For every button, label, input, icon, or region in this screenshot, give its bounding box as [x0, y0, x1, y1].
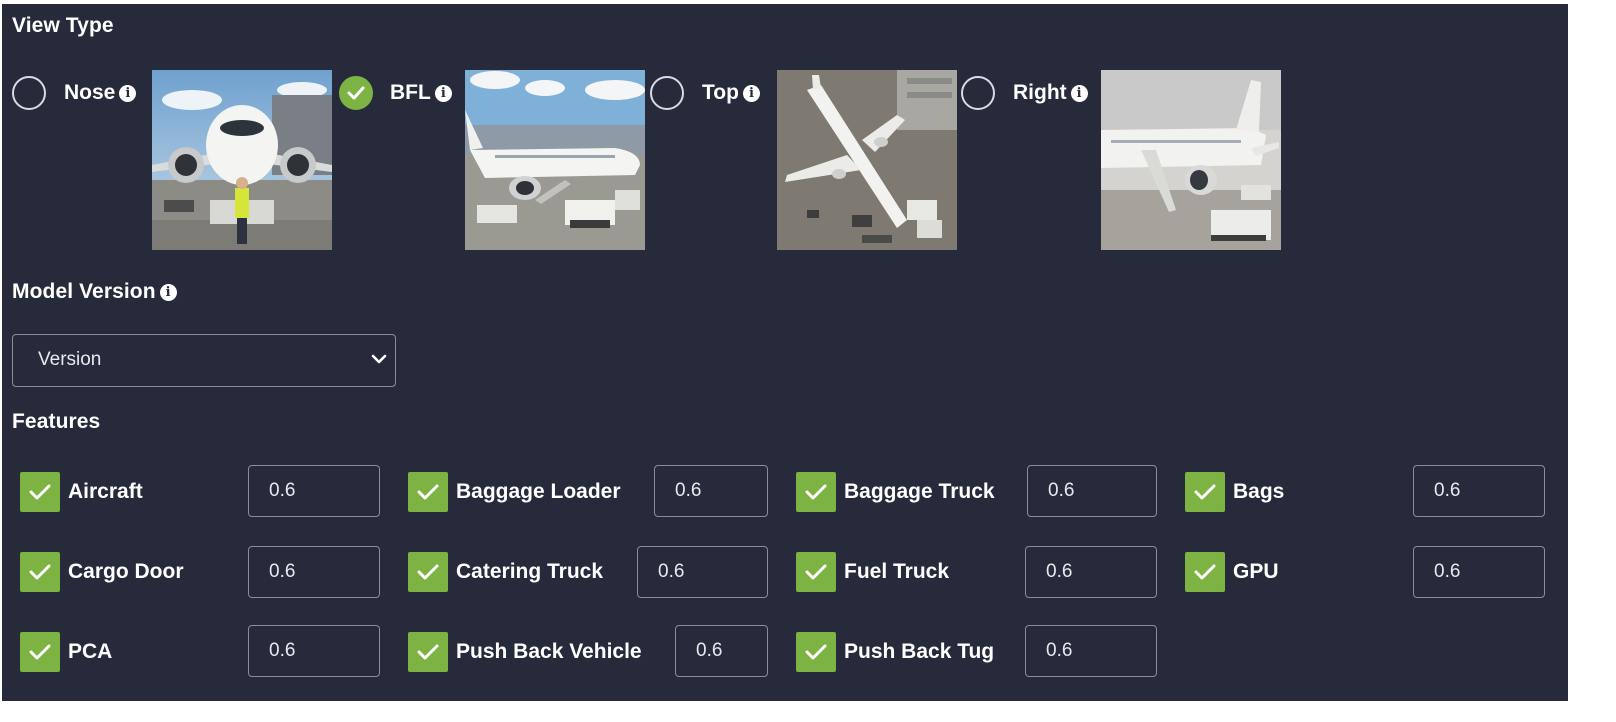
check-icon — [417, 644, 439, 660]
radio-top[interactable] — [650, 76, 684, 110]
info-icon[interactable]: i — [434, 85, 452, 102]
view-label-nose: Nose — [64, 81, 116, 104]
checkbox-baggage-truck[interactable] — [796, 472, 836, 512]
feature-label-cargo-door: Cargo Door — [68, 560, 184, 583]
features-title: Features — [12, 410, 101, 433]
chevron-down-icon — [371, 354, 387, 364]
checkbox-fuel-truck[interactable] — [796, 552, 836, 592]
checkbox-catering-truck[interactable] — [408, 552, 448, 592]
threshold-input-cargo-door[interactable]: 0.6 — [248, 546, 380, 598]
check-icon — [805, 564, 827, 580]
radio-bfl[interactable] — [339, 76, 373, 110]
checkbox-bags[interactable] — [1185, 472, 1225, 512]
model-version-select[interactable]: Version — [12, 334, 396, 387]
feature-label-aircraft: Aircraft — [68, 480, 143, 503]
check-icon — [805, 644, 827, 660]
check-icon — [1194, 484, 1216, 500]
threshold-input-push-back-tug[interactable]: 0.6 — [1025, 625, 1157, 677]
threshold-input-push-back-vehicle[interactable]: 0.6 — [675, 625, 768, 677]
radio-nose[interactable] — [12, 76, 46, 110]
checkbox-gpu[interactable] — [1185, 552, 1225, 592]
view-label-right: Right — [1013, 81, 1067, 104]
info-icon[interactable]: i — [1070, 85, 1088, 102]
threshold-input-fuel-truck[interactable]: 0.6 — [1025, 546, 1157, 598]
model-version-selected-value: Version — [38, 349, 102, 370]
feature-label-baggage-truck: Baggage Truck — [844, 480, 995, 503]
threshold-input-aircraft[interactable]: 0.6 — [248, 465, 380, 517]
info-icon[interactable]: i — [742, 85, 760, 102]
checkbox-pca[interactable] — [20, 632, 60, 672]
aircraft-right-view-photo[interactable] — [1101, 70, 1281, 250]
settings-panel: View Type Nose i BFL i Top i Right i Mod… — [2, 4, 1568, 701]
feature-label-push-back-vehicle: Push Back Vehicle — [456, 640, 642, 663]
feature-label-push-back-tug: Push Back Tug — [844, 640, 995, 663]
threshold-input-pca[interactable]: 0.6 — [248, 625, 380, 677]
threshold-input-baggage-loader[interactable]: 0.6 — [654, 465, 768, 517]
feature-label-fuel-truck: Fuel Truck — [844, 560, 950, 583]
info-icon[interactable]: i — [159, 284, 177, 301]
feature-label-baggage-loader: Baggage Loader — [456, 480, 621, 503]
aircraft-bfl-view-photo[interactable] — [465, 70, 645, 250]
info-icon[interactable]: i — [119, 85, 137, 102]
threshold-input-gpu[interactable]: 0.6 — [1413, 546, 1545, 598]
threshold-input-bags[interactable]: 0.6 — [1413, 465, 1545, 517]
check-icon — [29, 564, 51, 580]
radio-right[interactable] — [961, 76, 995, 110]
aircraft-top-view-photo[interactable] — [777, 70, 957, 250]
aircraft-nose-view-photo[interactable] — [152, 70, 332, 250]
check-icon — [347, 86, 365, 100]
check-icon — [29, 644, 51, 660]
feature-label-pca: PCA — [68, 640, 113, 663]
check-icon — [417, 564, 439, 580]
check-icon — [1194, 564, 1216, 580]
view-type-title: View Type — [12, 14, 114, 37]
feature-label-gpu: GPU — [1233, 560, 1279, 583]
check-icon — [805, 484, 827, 500]
model-version-title: Model Version — [12, 280, 156, 303]
checkbox-aircraft[interactable] — [20, 472, 60, 512]
check-icon — [29, 484, 51, 500]
threshold-input-catering-truck[interactable]: 0.6 — [637, 546, 768, 598]
threshold-input-baggage-truck[interactable]: 0.6 — [1027, 465, 1157, 517]
view-label-bfl: BFL — [390, 81, 431, 104]
checkbox-push-back-vehicle[interactable] — [408, 632, 448, 672]
check-icon — [417, 484, 439, 500]
checkbox-baggage-loader[interactable] — [408, 472, 448, 512]
checkbox-cargo-door[interactable] — [20, 552, 60, 592]
checkbox-push-back-tug[interactable] — [796, 632, 836, 672]
feature-label-bags: Bags — [1233, 480, 1285, 503]
view-label-top: Top — [702, 81, 739, 104]
feature-label-catering-truck: Catering Truck — [456, 560, 604, 583]
